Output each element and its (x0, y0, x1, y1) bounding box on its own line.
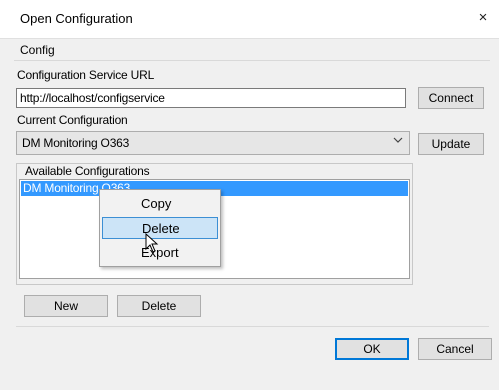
current-configuration-select[interactable]: DM Monitoring O363 (16, 131, 410, 155)
footer-divider (16, 326, 489, 327)
service-url-label: Configuration Service URL (17, 68, 155, 82)
service-url-field[interactable]: http://localhost/configservice (16, 88, 406, 108)
update-button[interactable]: Update (418, 133, 484, 155)
close-icon[interactable]: × (473, 8, 493, 28)
context-menu: Copy Delete Export (99, 189, 221, 267)
context-menu-copy[interactable]: Copy (102, 193, 218, 215)
new-button[interactable]: New (24, 295, 108, 317)
mouse-pointer-icon (145, 233, 159, 253)
bottom-edge (0, 372, 499, 390)
tab-divider (14, 60, 490, 61)
chevron-down-icon[interactable] (393, 135, 403, 148)
window-title: Open Configuration (20, 11, 133, 26)
connect-button[interactable]: Connect (418, 87, 484, 109)
context-menu-export[interactable]: Export (102, 242, 218, 264)
open-configuration-dialog: Open Configuration × Config Configuratio… (0, 0, 499, 390)
title-bar: Open Configuration × (0, 0, 499, 39)
current-configuration-label: Current Configuration (17, 113, 128, 127)
cancel-button[interactable]: Cancel (418, 338, 492, 360)
ok-button[interactable]: OK (335, 338, 409, 360)
tab-config[interactable]: Config (20, 43, 55, 57)
delete-button[interactable]: Delete (117, 295, 201, 317)
context-menu-delete[interactable]: Delete (102, 217, 218, 239)
available-configurations-label: Available Configurations (25, 164, 150, 178)
current-configuration-value: DM Monitoring O363 (22, 136, 130, 150)
